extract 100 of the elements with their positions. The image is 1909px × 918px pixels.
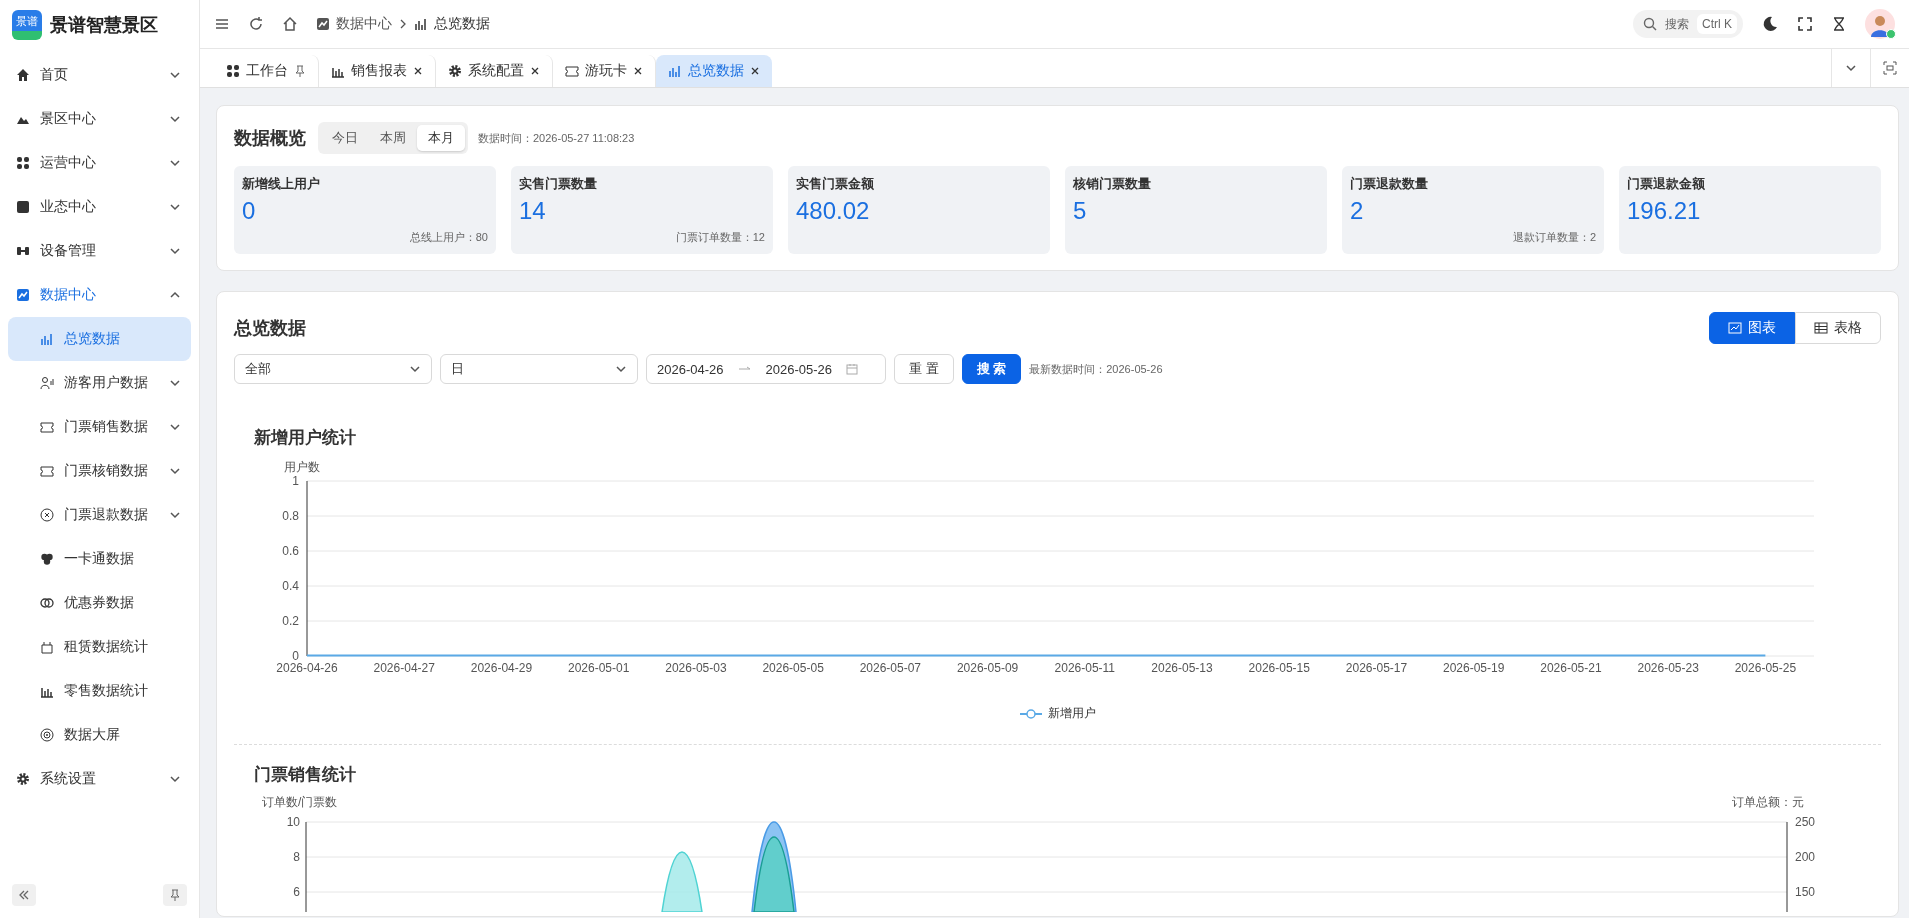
tick-label: 10 [286,815,300,829]
gear-icon [448,64,462,78]
tick-label: 2026-05-23 [1637,661,1699,675]
menu-icon[interactable] [214,16,230,32]
reset-button[interactable]: 重 置 [894,354,954,384]
view-toggle[interactable]: 表格 [1795,312,1881,344]
circles-icon [40,552,54,566]
maximize-icon [1883,61,1897,75]
shortcut-key: Ctrl K [1697,14,1737,34]
sidebar-item[interactable]: 零售数据统计 [8,669,191,713]
period-tab[interactable]: 本周 [369,125,417,151]
box-icon [40,640,54,654]
tick-label: 2026-05-11 [1054,661,1116,675]
target-icon [40,728,54,742]
section-title: 数据概览 [234,127,306,150]
page-tab[interactable]: 总览数据 [656,55,772,87]
chart-icon [316,17,330,31]
sidebar-item[interactable]: 租赁数据统计 [8,625,191,669]
sidebar-item[interactable]: 门票退款数据 [8,493,191,537]
tick-label: 1 [292,474,299,488]
stat-label: 实售门票金额 [796,175,874,193]
latest-data-time: 最新数据时间：2026-05-26 [1029,361,1163,377]
sidebar-item[interactable]: 业态中心 [8,185,191,229]
sidebar-item[interactable]: 数据中心 [8,273,191,317]
sidebar-item[interactable]: 门票核销数据 [8,449,191,493]
sidebar-item[interactable]: 首页 [8,53,191,97]
close-icon[interactable] [413,66,423,76]
stat-value: 14 [519,197,546,225]
data-timestamp: 数据时间：2026-05-27 11:08:23 [478,130,635,146]
period-tab[interactable]: 今日 [321,125,369,151]
refresh-icon[interactable] [248,16,264,32]
sidebar-item[interactable]: 游客用户数据 [8,361,191,405]
period-tab[interactable]: 本月 [417,125,465,151]
stat-label: 新增线上用户 [242,175,320,193]
stat-value: 196.21 [1627,197,1701,225]
page-tab[interactable]: 工作台 [214,55,319,87]
grid-icon [16,156,30,170]
search-button[interactable]: 搜 索 [961,354,1022,384]
date-range-field[interactable]: 2026-04-26 2026-05-26 [646,354,886,384]
sidebar-item[interactable]: 景区中心 [8,97,191,141]
sidebar-item[interactable]: 优惠券数据 [8,581,191,625]
stat-label: 门票退款金额 [1627,175,1705,193]
stat-value: 2 [1350,197,1364,225]
page-tab[interactable]: 销售报表 [319,55,436,87]
tick-label: 200 [1795,850,1816,864]
pin-icon [169,889,181,901]
sidebar-item[interactable]: 一卡通数据 [8,537,191,581]
tick-label: 8 [293,850,300,864]
sidebar-item[interactable]: 门票销售数据 [8,405,191,449]
breadcrumb-current: 总览数据 [434,15,490,33]
close-icon[interactable] [633,66,643,76]
close-icon[interactable] [750,66,760,76]
view-toggle[interactable]: 图表 [1709,312,1795,344]
breadcrumb-link[interactable]: 数据中心 [336,15,392,33]
tick-label: 2026-05-17 [1345,661,1408,675]
ticket-icon [565,64,579,78]
sidebar-item[interactable]: 总览数据 [8,317,191,361]
double-chevron-icon [18,889,30,901]
moon-icon[interactable] [1761,15,1779,33]
search-field[interactable]: 搜索 Ctrl K [1633,10,1743,38]
tick-label: 2026-05-25 [1734,661,1797,675]
tick-label: 2026-04-29 [470,661,533,675]
fullscreen-icon[interactable] [1797,16,1813,32]
tick-label: 2026-05-07 [859,661,922,675]
pin-icon[interactable] [294,65,306,77]
tick-label: 2026-05-09 [956,661,1019,675]
sidebar-item[interactable]: 系统设置 [8,757,191,801]
tick-label: 0.2 [282,614,299,628]
gear-icon [16,772,30,786]
app-name: 景谱智慧景区 [50,13,158,37]
chart-icon [16,288,30,302]
home-icon [16,68,30,82]
tick-label: 2026-05-15 [1248,661,1310,675]
tick-label: 2026-05-19 [1443,661,1505,675]
granularity-select[interactable]: 日 [440,354,638,384]
tick-label: 0 [292,649,299,663]
app-logo: 景谱 [12,9,42,40]
sidebar-item[interactable]: 运营中心 [8,141,191,185]
tick-label: 0.8 [282,509,299,523]
collapse-sidebar-button[interactable] [12,884,36,906]
tick-label: 2026-05-13 [1151,661,1213,675]
user-avatar[interactable] [1865,9,1895,39]
bar-chart-icon [668,64,682,78]
scope-select[interactable]: 全部 [234,354,432,384]
chevron-icon [409,363,421,375]
chart-title: 新增用户统计 [254,427,357,449]
sidebar-item[interactable]: 设备管理 [8,229,191,273]
bar-chart-icon [414,17,428,31]
barbell-icon [16,244,30,258]
tick-label: 6 [293,885,300,899]
tick-label: 2026-05-01 [568,661,630,675]
sidebar-item[interactable]: 数据大屏 [8,713,191,757]
page-tab[interactable]: 系统配置 [436,55,553,87]
stat-note: 退款订单数量：2 [1512,230,1596,245]
tick-label: 2026-05-21 [1540,661,1602,675]
close-icon[interactable] [530,66,540,76]
user-icon [40,376,54,390]
hourglass-icon[interactable] [1831,16,1847,32]
stat-note: 总线上用户：80 [409,230,488,245]
home-icon[interactable] [282,16,298,32]
